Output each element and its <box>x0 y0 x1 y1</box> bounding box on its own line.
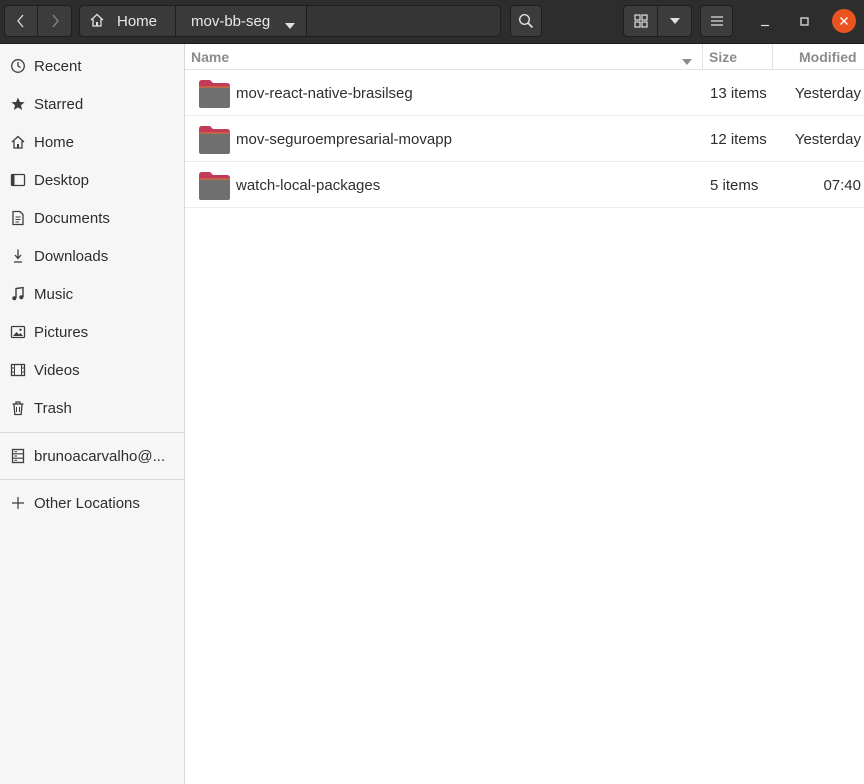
minimize-icon <box>760 14 770 30</box>
sidebar-item-recent[interactable]: Recent <box>0 47 184 85</box>
sidebar-item-label: brunoacarvalho@... <box>34 447 166 465</box>
breadcrumb-current-label: mov-bb-seg <box>191 12 271 30</box>
search-icon <box>518 13 534 29</box>
sidebar-item-label: Other Locations <box>34 494 140 512</box>
sidebar-item-documents[interactable]: Documents <box>0 199 184 237</box>
file-name: mov-seguroempresarial-movapp <box>236 130 452 148</box>
header-bar: Home mov-bb-seg <box>0 0 864 44</box>
folder-icon <box>198 171 231 204</box>
file-row[interactable]: mov-react-native-brasilseg 13 items Yest… <box>185 70 864 116</box>
grid-view-icon <box>633 14 648 28</box>
folder-icon <box>198 125 231 158</box>
sidebar-item-other-locations[interactable]: Other Locations <box>0 484 184 522</box>
forward-button[interactable] <box>37 5 72 37</box>
desktop-icon <box>9 171 27 189</box>
path-bar: Home mov-bb-seg <box>79 5 501 37</box>
breadcrumb-home[interactable]: Home <box>80 6 176 36</box>
sidebar-item-label: Trash <box>34 399 72 417</box>
sidebar-item-home[interactable]: Home <box>0 123 184 161</box>
file-modified: Yesterday <box>794 84 861 102</box>
sidebar-item-label: Downloads <box>34 247 109 265</box>
file-row[interactable]: watch-local-packages 5 items 07:40 <box>185 162 864 208</box>
chevron-right-icon <box>50 13 60 29</box>
file-list-view: Name Size Modified mov-react-native-bras… <box>185 44 864 784</box>
hamburger-menu-icon <box>710 16 723 26</box>
folder-icon <box>198 79 231 112</box>
file-name: mov-react-native-brasilseg <box>236 84 413 102</box>
sidebar-item-videos[interactable]: Videos <box>0 351 184 389</box>
maximize-button[interactable] <box>792 9 818 35</box>
file-size: 12 items <box>710 130 767 148</box>
sort-descending-icon <box>681 53 693 69</box>
file-modified: 07:40 <box>823 176 861 194</box>
chevron-down-icon <box>669 17 681 25</box>
sidebar-item-music[interactable]: Music <box>0 275 184 313</box>
sidebar-item-starred[interactable]: Starred <box>0 85 184 123</box>
plus-icon <box>9 494 27 512</box>
sidebar: Recent Starred Home Desktop Documents Do… <box>0 44 185 784</box>
trash-icon <box>9 399 27 417</box>
sidebar-item-desktop[interactable]: Desktop <box>0 161 184 199</box>
picture-icon <box>9 323 27 341</box>
column-header: Name Size Modified <box>185 44 864 70</box>
sidebar-item-trash[interactable]: Trash <box>0 389 184 427</box>
maximize-icon <box>800 14 810 30</box>
back-button[interactable] <box>4 5 38 37</box>
view-options-button[interactable] <box>657 5 692 37</box>
sidebar-item-label: Music <box>34 285 74 303</box>
grid-view-button[interactable] <box>623 5 658 37</box>
search-button[interactable] <box>510 5 542 37</box>
music-icon <box>9 285 27 303</box>
sidebar-item-label: Desktop <box>34 171 90 189</box>
sidebar-item-label: Videos <box>34 361 80 379</box>
sidebar-item-label: Documents <box>34 209 110 227</box>
sidebar-item-network[interactable]: brunoacarvalho@... <box>0 437 184 475</box>
column-name-header[interactable]: Name <box>191 44 229 70</box>
column-divider <box>702 44 703 70</box>
close-icon <box>839 13 849 29</box>
server-icon <box>9 447 27 465</box>
home-icon <box>89 12 105 31</box>
breadcrumb-current[interactable]: mov-bb-seg <box>176 6 307 36</box>
close-button[interactable] <box>832 9 856 33</box>
file-row[interactable]: mov-seguroempresarial-movapp 12 items Ye… <box>185 116 864 162</box>
sidebar-item-pictures[interactable]: Pictures <box>0 313 184 351</box>
chevron-down-icon <box>284 17 296 33</box>
file-size: 5 items <box>710 176 759 194</box>
sidebar-item-label: Recent <box>34 57 82 75</box>
star-icon <box>9 95 27 113</box>
sidebar-separator <box>0 432 184 433</box>
column-divider <box>772 44 773 70</box>
column-size-header[interactable]: Size <box>709 44 737 70</box>
sidebar-item-downloads[interactable]: Downloads <box>0 237 184 275</box>
column-modified-header[interactable]: Modified <box>799 44 857 70</box>
sidebar-separator <box>0 479 184 480</box>
breadcrumb-home-label: Home <box>117 12 158 30</box>
file-size: 13 items <box>710 84 767 102</box>
main-menu-button[interactable] <box>700 5 733 37</box>
sidebar-item-label: Home <box>34 133 75 151</box>
minimize-button[interactable] <box>752 9 778 35</box>
chevron-left-icon <box>16 13 26 29</box>
sidebar-item-label: Pictures <box>34 323 89 341</box>
home-icon <box>9 133 27 151</box>
file-name: watch-local-packages <box>236 176 381 194</box>
video-icon <box>9 361 27 379</box>
clock-icon <box>9 57 27 75</box>
file-modified: Yesterday <box>794 130 861 148</box>
document-icon <box>9 209 27 227</box>
download-icon <box>9 247 27 265</box>
sidebar-item-label: Starred <box>34 95 84 113</box>
